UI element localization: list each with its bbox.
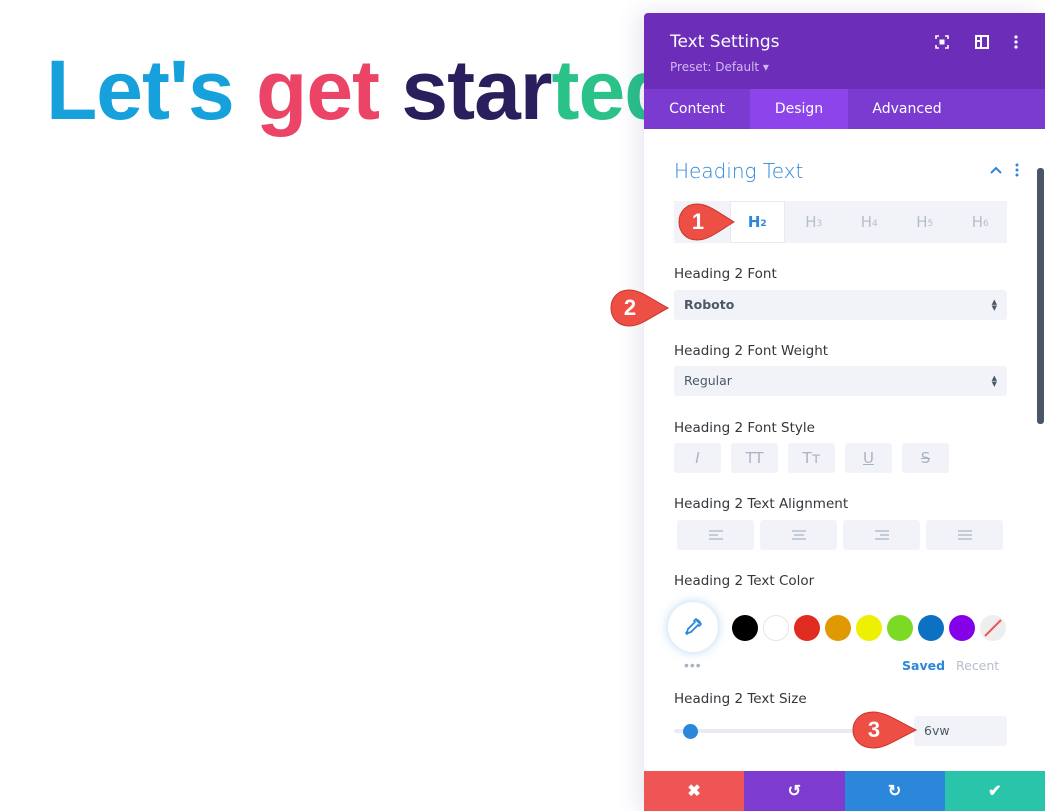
- redo-button[interactable]: ↻: [844, 771, 945, 811]
- underline-button[interactable]: U: [845, 443, 892, 473]
- align-right-button[interactable]: [843, 520, 920, 550]
- callout-number: 3: [867, 717, 881, 742]
- tab-advanced[interactable]: Advanced: [848, 89, 966, 129]
- align-center-icon: [791, 530, 806, 540]
- heading-tab-label: H: [747, 213, 761, 231]
- color-swatches: [732, 615, 1006, 641]
- select-arrows-icon: ▲ ▼: [991, 374, 997, 388]
- text-size-label: Heading 2 Text Size: [674, 691, 807, 707]
- hero-word-3: star: [401, 43, 552, 137]
- recent-colors-tab[interactable]: Recent: [956, 658, 999, 673]
- heading-tab-sub: 6: [983, 219, 989, 229]
- annotation-callout-2: 2: [610, 289, 670, 327]
- swatch-purple[interactable]: [949, 615, 975, 641]
- preset-dropdown[interactable]: Preset: Default ▾: [670, 60, 769, 74]
- font-select-value: Roboto: [684, 297, 735, 312]
- more-options-icon[interactable]: [1007, 33, 1025, 51]
- text-settings-panel: Text Settings Preset: Default ▾ Content …: [644, 13, 1045, 811]
- collapse-chevron-icon[interactable]: [990, 161, 1002, 177]
- font-weight-label: Heading 2 Font Weight: [674, 343, 829, 359]
- panel-header[interactable]: Text Settings Preset: Default ▾: [644, 13, 1045, 89]
- callout-number: 1: [691, 209, 705, 234]
- font-style-label: Heading 2 Font Style: [674, 420, 815, 436]
- text-color-label: Heading 2 Text Color: [674, 573, 815, 589]
- heading-tab-label: H: [805, 213, 817, 231]
- settings-tabs: Content Design Advanced: [644, 89, 1045, 129]
- text-alignment-label: Heading 2 Text Alignment: [674, 496, 849, 512]
- hero-word-2: get: [256, 43, 402, 137]
- swatch-green[interactable]: [887, 615, 913, 641]
- heading-tab-label: H: [916, 213, 928, 231]
- eyedropper-icon: [685, 618, 702, 635]
- swatch-yellow[interactable]: [856, 615, 882, 641]
- undo-button[interactable]: ↺: [744, 771, 845, 811]
- align-justify-button[interactable]: [926, 520, 1003, 550]
- heading-tab-sub: 2: [760, 219, 767, 229]
- check-icon: ✔: [988, 783, 1002, 800]
- align-center-button[interactable]: [760, 520, 837, 550]
- strikethrough-button[interactable]: S: [902, 443, 949, 473]
- swatch-black[interactable]: [732, 615, 758, 641]
- annotation-callout-3: 3: [852, 711, 918, 749]
- section-title-heading-text[interactable]: Heading Text: [674, 159, 803, 183]
- undo-icon: ↺: [787, 783, 802, 800]
- font-style-buttons: I TT Tт U S: [674, 443, 949, 473]
- heading-tab-sub: 5: [927, 219, 934, 229]
- text-size-slider-track[interactable]: [674, 729, 874, 733]
- heading-tab-h5[interactable]: H5: [898, 201, 952, 243]
- save-button[interactable]: ✔: [944, 771, 1045, 811]
- panel-title: Text Settings: [670, 32, 780, 52]
- color-picker-button[interactable]: [668, 602, 718, 652]
- font-weight-value: Regular: [684, 373, 732, 388]
- panel-footer: ✖ ↺ ↻ ✔: [644, 771, 1045, 811]
- close-icon: ✖: [687, 783, 701, 800]
- text-size-input[interactable]: [914, 716, 1007, 746]
- heading-tab-h4[interactable]: H4: [842, 201, 896, 243]
- select-arrows-icon: ▲ ▼: [991, 298, 997, 312]
- italic-button[interactable]: I: [674, 443, 721, 473]
- heading-tab-label: H: [971, 213, 984, 231]
- heading-tab-h6[interactable]: H6: [953, 201, 1007, 243]
- tab-content[interactable]: Content: [644, 89, 750, 129]
- heading-tab-sub: 3: [816, 219, 823, 229]
- align-justify-icon: [957, 530, 972, 540]
- more-colors-button[interactable]: •••: [684, 657, 702, 673]
- align-left-icon: [708, 530, 723, 540]
- section-more-icon[interactable]: [1015, 163, 1019, 182]
- font-select[interactable]: Roboto ▲ ▼: [674, 290, 1007, 320]
- heading-tab-h3[interactable]: H3: [787, 201, 841, 243]
- capitalize-button[interactable]: Tт: [788, 443, 835, 473]
- redo-icon: ↻: [887, 783, 902, 800]
- swatch-white[interactable]: [763, 615, 789, 641]
- text-alignment-buttons: [677, 520, 1003, 550]
- heading-tab-sub: 4: [872, 219, 878, 229]
- callout-number: 2: [623, 295, 637, 320]
- annotation-callout-1: 1: [678, 203, 735, 241]
- tab-design[interactable]: Design: [750, 89, 848, 129]
- swatch-blue[interactable]: [918, 615, 944, 641]
- cancel-button[interactable]: ✖: [644, 771, 745, 811]
- swatch-none[interactable]: [980, 615, 1006, 641]
- saved-colors-tab[interactable]: Saved: [902, 658, 945, 673]
- text-size-slider-thumb[interactable]: [683, 724, 698, 739]
- heading-tab-label: H: [860, 213, 873, 231]
- hero-heading[interactable]: Let's get started: [46, 42, 675, 139]
- swatch-orange[interactable]: [825, 615, 851, 641]
- align-right-icon: [874, 530, 889, 540]
- hero-word-1: Let's: [46, 43, 257, 137]
- focus-mode-icon[interactable]: [933, 33, 951, 51]
- font-weight-select[interactable]: Regular ▲ ▼: [674, 366, 1007, 396]
- swatch-red[interactable]: [794, 615, 820, 641]
- align-left-button[interactable]: [677, 520, 754, 550]
- no-color-icon: [984, 619, 1002, 637]
- split-view-icon[interactable]: [973, 33, 991, 51]
- uppercase-button[interactable]: TT: [731, 443, 778, 473]
- font-label: Heading 2 Font: [674, 266, 777, 282]
- panel-scrollbar[interactable]: [1037, 168, 1044, 424]
